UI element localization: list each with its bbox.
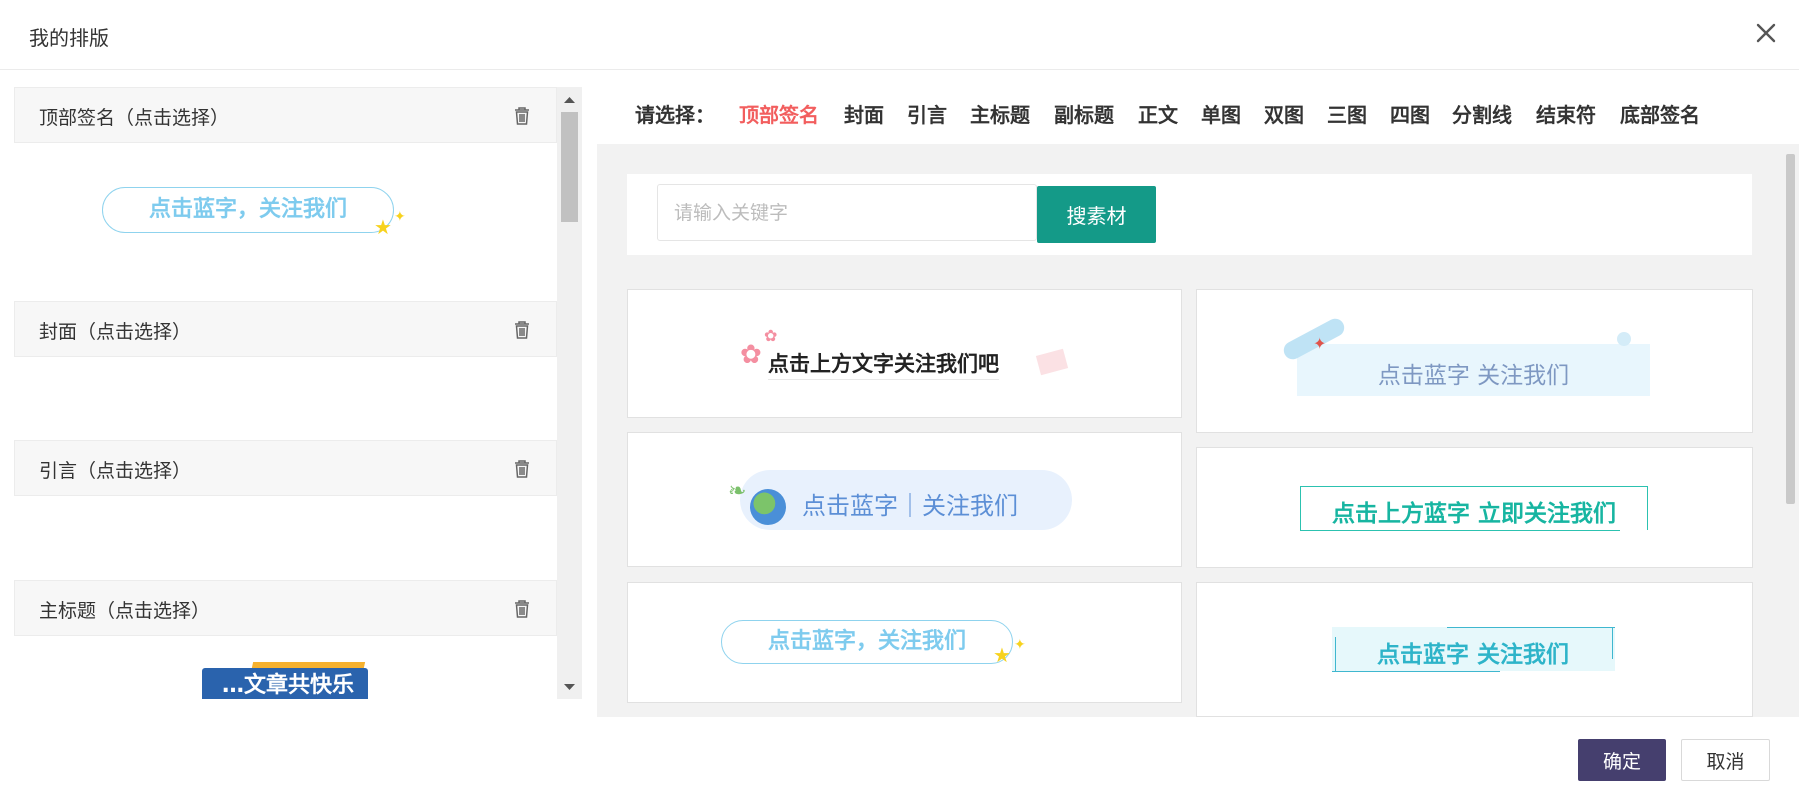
trash-icon[interactable] (511, 105, 533, 127)
leaf-icon: ❧ (728, 479, 747, 504)
tab-quad-image[interactable]: 四图 (1390, 99, 1430, 128)
globe-icon (750, 489, 786, 525)
scroll-thumb[interactable] (561, 112, 578, 222)
dialog-header: 我的排版 (0, 0, 1799, 70)
layout-section-scroll: 顶部签名（点击选择） 点击蓝字，关注我们 ★ ✦ 封面（点击选择） 引言（点击选… (14, 87, 557, 699)
tab-bottom-signature[interactable]: 底部签名 (1620, 99, 1700, 128)
template-text: 点击蓝字 关注我们 (1377, 363, 1570, 389)
star-icon: ★ (374, 215, 392, 239)
close-icon[interactable] (1751, 18, 1781, 48)
template-text: 点击蓝字｜关注我们 (802, 492, 1018, 520)
template-text: 点击上方蓝字 立即关注我们 (1331, 501, 1616, 527)
material-body: 搜素材 ✿ ✿ 点击上方文字关注我们吧 ✦ 点击蓝字 关注我们 ❧ (597, 144, 1782, 717)
star-icon: ✦ (1014, 637, 1026, 653)
section-top-signature[interactable]: 顶部签名（点击选择） (14, 87, 557, 143)
envelope-icon (1035, 348, 1069, 376)
title-banner: …文章共快乐 (202, 668, 368, 699)
search-bar: 搜素材 (627, 174, 1752, 255)
section-label: 封面（点击选择） (39, 321, 192, 343)
cancel-button[interactable]: 取消 (1681, 739, 1770, 781)
trash-icon[interactable] (511, 458, 533, 480)
tab-divider[interactable]: 分割线 (1452, 99, 1512, 128)
section-cover[interactable]: 封面（点击选择） (14, 301, 557, 357)
template-card[interactable]: 点击蓝字 关注我们 (1196, 582, 1753, 717)
template-card[interactable]: ❧ 点击蓝字｜关注我们 (627, 432, 1182, 567)
scroll-down-icon[interactable] (563, 682, 576, 692)
preview-pill: 点击蓝字，关注我们 (721, 620, 1013, 664)
right-scrollbar[interactable] (1782, 144, 1799, 717)
picker-prompt: 请选择： (635, 103, 715, 127)
section-main-title[interactable]: 主标题（点击选择） (14, 580, 557, 636)
tab-subtitle[interactable]: 副标题 (1054, 99, 1114, 128)
preview-pill: 点击蓝字，关注我们 (102, 187, 394, 233)
tab-body[interactable]: 正文 (1138, 99, 1178, 128)
tab-single-image[interactable]: 单图 (1201, 99, 1241, 128)
search-input[interactable] (657, 184, 1037, 241)
ribbon-icon: ✦ (1313, 334, 1327, 353)
template-card[interactable]: 点击蓝字，关注我们 ★ ✦ (627, 582, 1182, 703)
flower-icon: ✿ (740, 340, 762, 370)
teal-underline (1300, 530, 1620, 531)
cyan-line (1332, 671, 1500, 672)
section-label: 引言（点击选择） (39, 460, 192, 482)
tab-double-image[interactable]: 双图 (1264, 99, 1304, 128)
star-icon: ★ (993, 643, 1011, 667)
trash-icon[interactable] (511, 598, 533, 620)
confirm-button[interactable]: 确定 (1578, 739, 1666, 781)
section-label: 顶部签名（点击选择） (39, 107, 230, 129)
layout-section-list: 顶部签名（点击选择） 点击蓝字，关注我们 ★ ✦ 封面（点击选择） 引言（点击选… (14, 87, 582, 699)
tab-triple-image[interactable]: 三图 (1327, 99, 1367, 128)
scroll-up-icon[interactable] (563, 95, 576, 105)
star-icon: ✦ (394, 209, 406, 225)
template-card[interactable]: ✦ 点击蓝字 关注我们 (1196, 289, 1753, 433)
material-picker: 请选择： 顶部签名 封面 引言 主标题 副标题 正文 单图 双图 三图 四图 分… (597, 87, 1799, 717)
cyan-line (1447, 627, 1615, 628)
tab-end-mark[interactable]: 结束符 (1536, 99, 1596, 128)
section-intro[interactable]: 引言（点击选择） (14, 440, 557, 496)
my-layout-dialog: 我的排版 顶部签名（点击选择） 点击蓝字，关注我们 ★ ✦ 封面（点击选择） 引… (0, 0, 1799, 796)
tab-intro[interactable]: 引言 (907, 99, 947, 128)
section-label: 主标题（点击选择） (39, 600, 211, 622)
bubble-icon (1617, 332, 1631, 346)
template-text: 点击上方文字关注我们吧 (768, 348, 999, 380)
scroll-thumb[interactable] (1786, 154, 1795, 504)
section-preview-top-signature[interactable]: 点击蓝字，关注我们 ★ ✦ (14, 143, 557, 301)
tab-top-signature[interactable]: 顶部签名 (739, 99, 819, 128)
left-scrollbar[interactable] (557, 87, 582, 699)
trash-icon[interactable] (511, 319, 533, 341)
category-tabs: 请选择： 顶部签名 封面 引言 主标题 副标题 正文 单图 双图 三图 四图 分… (597, 87, 1799, 144)
section-preview-main-title[interactable]: …文章共快乐 (14, 636, 557, 699)
dialog-title: 我的排版 (29, 26, 109, 50)
tab-cover[interactable]: 封面 (844, 99, 884, 128)
template-text: 点击蓝字 关注我们 (1376, 642, 1569, 668)
template-card[interactable]: ✿ ✿ 点击上方文字关注我们吧 (627, 289, 1182, 418)
tab-main-title[interactable]: 主标题 (970, 99, 1030, 128)
template-card[interactable]: 点击上方蓝字 立即关注我们 (1196, 447, 1753, 568)
search-button[interactable]: 搜素材 (1037, 186, 1156, 243)
flower-icon: ✿ (764, 326, 778, 345)
